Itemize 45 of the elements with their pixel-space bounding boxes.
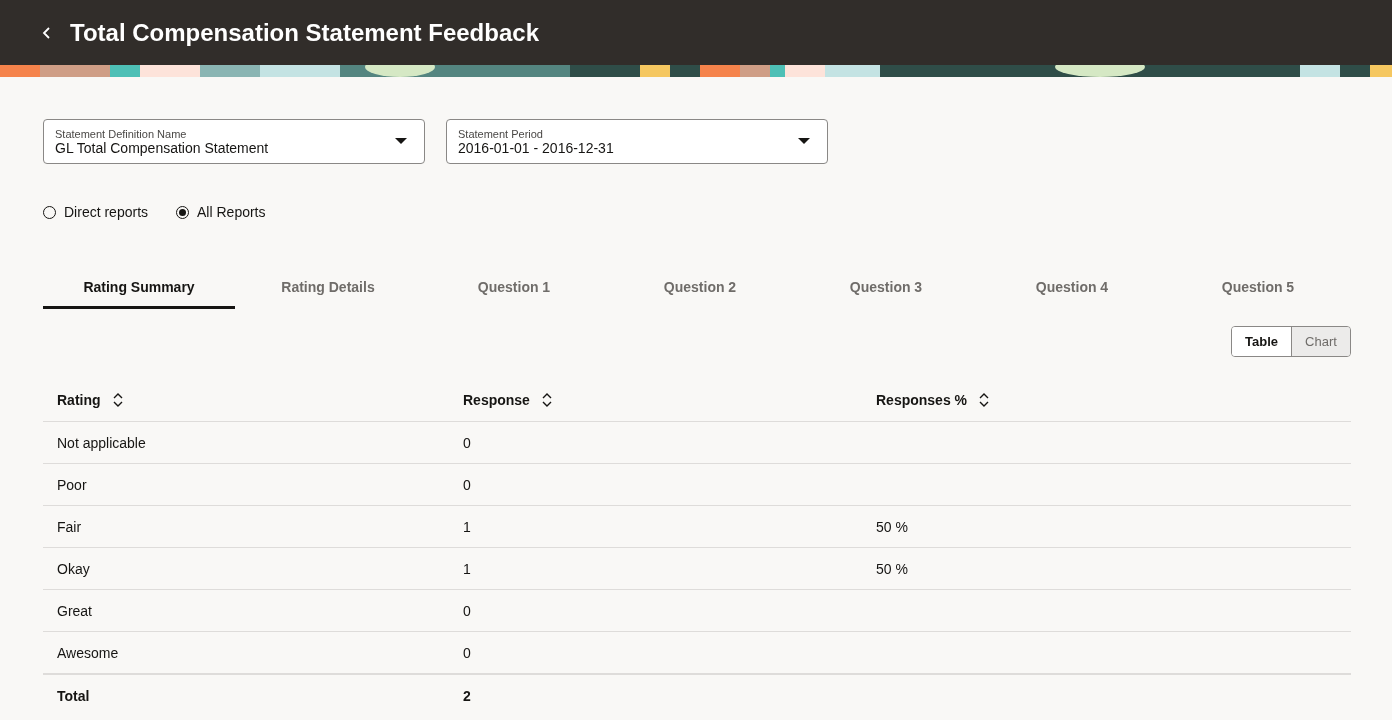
column-header: Rating: [57, 391, 101, 408]
column-header: Responses %: [876, 391, 968, 408]
view-toggle-button[interactable]: Table: [1232, 327, 1291, 356]
chevron-left-icon: [42, 25, 52, 40]
radio-option[interactable]: All Reports: [176, 204, 266, 220]
tab[interactable]: Question 2: [607, 267, 793, 309]
tab[interactable]: Question 4: [979, 267, 1165, 309]
dropdown-field[interactable]: Statement Definition Name GL Total Compensation Statement: [43, 119, 425, 164]
table-cell: 0: [463, 476, 471, 493]
field-label: Statement Definition Name: [55, 127, 188, 140]
sort-icon[interactable]: [979, 392, 990, 407]
field-value: 2016-01-01 - 2016-12-31: [458, 139, 614, 156]
view-toggle-button[interactable]: Chart: [1291, 327, 1350, 356]
total-cell: Total: [57, 687, 90, 704]
table-cell: Poor: [57, 476, 87, 493]
tab[interactable]: Rating Details: [235, 267, 421, 309]
sort-icon[interactable]: [541, 392, 552, 407]
table-cell: 0: [463, 602, 471, 619]
dropdown-field[interactable]: Statement Period 2016-01-01 - 2016-12-31: [446, 119, 828, 164]
table-cell: 0: [463, 644, 471, 661]
field-label: Statement Period: [458, 127, 544, 140]
dropdown-caret-icon: [395, 138, 407, 145]
table-cell: 0: [463, 434, 471, 451]
table-cell: 50 %: [876, 518, 908, 535]
radio-option[interactable]: Direct reports: [43, 204, 149, 220]
table-cell: Awesome: [57, 644, 119, 661]
tab[interactable]: Question 5: [1165, 267, 1351, 309]
radio-label: Direct reports: [64, 204, 149, 220]
table-cell: Fair: [57, 518, 82, 535]
tab[interactable]: Question 1: [421, 267, 607, 309]
table-cell: Not applicable: [57, 434, 146, 451]
table-cell: 50 %: [876, 560, 908, 577]
tab[interactable]: Question 3: [793, 267, 979, 309]
column-header: Response: [463, 391, 530, 408]
table-cell: 1: [463, 560, 471, 577]
page-title: Total Compensation Statement Feedback: [70, 18, 539, 47]
table-cell: 1: [463, 518, 471, 535]
table-cell: Great: [57, 602, 92, 619]
sort-icon[interactable]: [112, 392, 123, 407]
field-value: GL Total Compensation Statement: [55, 139, 269, 156]
table-cell: Okay: [57, 560, 90, 577]
total-cell: 2: [463, 687, 471, 704]
dropdown-caret-icon: [798, 138, 810, 145]
tab[interactable]: Rating Summary: [43, 267, 235, 309]
radio-label: All Reports: [197, 204, 266, 220]
